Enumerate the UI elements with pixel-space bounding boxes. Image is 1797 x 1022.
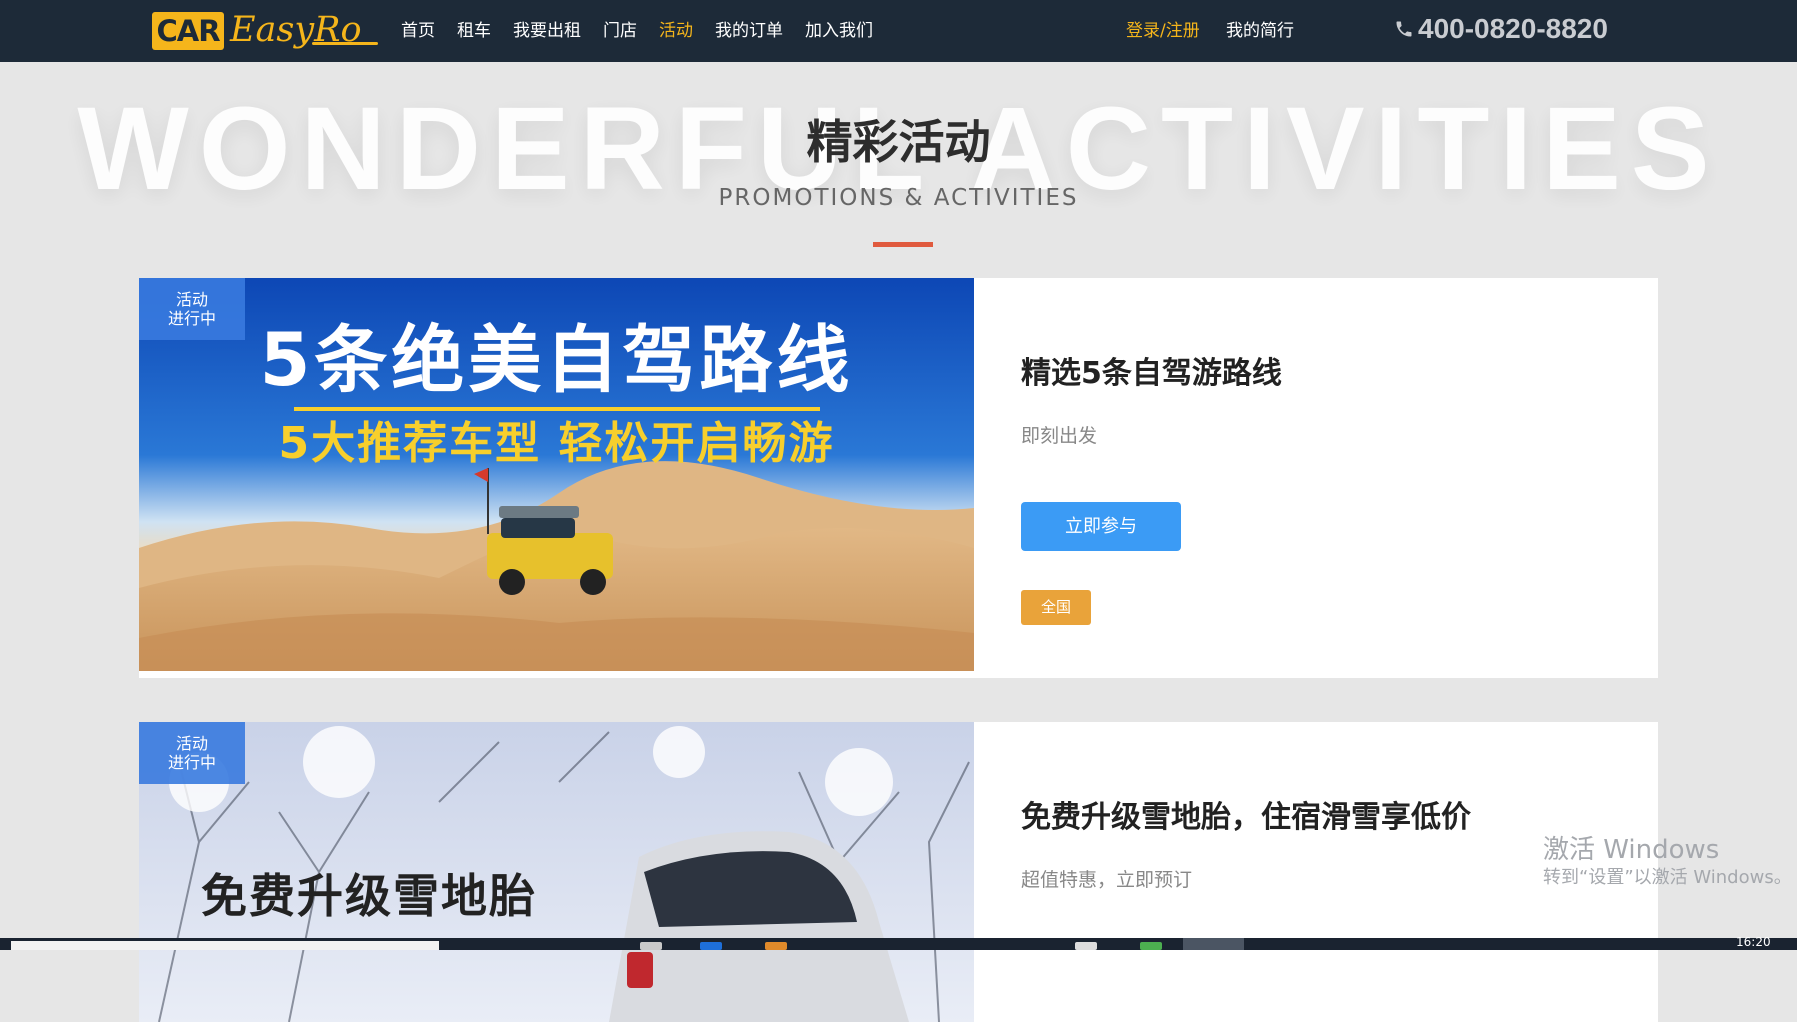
nav-item-stores[interactable]: 门店 [603,19,637,43]
watermark-line2: 转到“设置”以激活 Windows。 [1543,867,1792,888]
status-badge: 活动 进行中 [139,722,245,784]
region-tag: 全国 [1021,590,1091,625]
activity-subtitle: 即刻出发 [1021,425,1098,447]
status-badge-line1: 活动 [175,734,208,753]
taskbar-clock: 16:20 [1736,935,1771,949]
login-register-link[interactable]: 登录/注册 [1126,19,1200,43]
section-heading: WONDERFUL ACTIVITIES 精彩活动 PROMOTIONS & A… [0,62,1797,262]
activity-banner-snow[interactable]: 活动 进行中 免费升级雪地胎 [139,722,974,1022]
taskbar-active-app[interactable] [1183,938,1244,950]
title-divider [873,242,933,247]
banner-subline: 5大推荐车型 轻松开启畅游 [278,418,835,469]
status-badge-line1: 活动 [175,290,208,309]
activity-card: 活动 进行中 免费升级雪地胎 免费升级雪地胎，住宿滑雪享低价 超值特惠，立即预订 [139,722,1658,1022]
taskbar-app-icon[interactable] [765,942,787,950]
banner-headline: 免费升级雪地胎 [201,869,537,923]
banner-headline: 5条绝美自驾路线 [259,318,854,403]
taskbar-app-icon[interactable] [700,942,722,950]
activity-card: 活动 进行中 5条绝美自驾路线 5大推荐车型 轻松开启畅游 精选5条自驾游路线 … [139,278,1658,678]
logo-underline [312,42,378,45]
taskbar-app-icon[interactable] [1140,942,1162,950]
taskbar-app-icon[interactable] [1075,942,1097,950]
main-nav: 首页 租车 我要出租 门店 活动 我的订单 加入我们 [401,19,895,43]
taskbar-search-box[interactable] [11,941,439,950]
os-taskbar: 16:20 [0,935,1797,950]
windows-activation-watermark: 激活 Windows 转到“设置”以激活 Windows。 [1543,834,1792,890]
nav-item-home[interactable]: 首页 [401,19,435,43]
my-trip-link[interactable]: 我的简行 [1226,19,1294,43]
nav-item-join-us[interactable]: 加入我们 [805,19,873,43]
taskbar-app-icon[interactable] [640,942,662,950]
status-badge: 活动 进行中 [139,278,245,340]
hotline-number: 400-0820-8820 [1418,13,1608,44]
nav-item-my-orders[interactable]: 我的订单 [715,19,783,43]
page-subtitle: PROMOTIONS & ACTIVITIES [718,185,1079,211]
join-now-button[interactable]: 立即参与 [1021,502,1181,551]
activity-title[interactable]: 精选5条自驾游路线 [1021,354,1282,394]
watermark-line1: 激活 Windows [1543,835,1720,865]
nav-item-rent[interactable]: 租车 [457,19,491,43]
activity-subtitle: 超值特惠，立即预订 [1021,869,1193,891]
banner-rule [294,407,820,411]
status-badge-line2: 进行中 [167,753,216,772]
activity-banner-desert[interactable]: 活动 进行中 5条绝美自驾路线 5大推荐车型 轻松开启畅游 [139,278,974,671]
top-navigation-bar: CAR EasyRo 首页 租车 我要出租 门店 活动 我的订单 加入我们 登录… [0,0,1797,62]
status-badge-line2: 进行中 [167,309,216,328]
activity-title[interactable]: 免费升级雪地胎，住宿滑雪享低价 [1021,798,1471,838]
logo-mark: CAR [152,12,224,50]
page-title: 精彩活动 [806,115,991,169]
nav-item-lease-out[interactable]: 我要出租 [513,19,581,43]
nav-item-activities[interactable]: 活动 [659,19,693,43]
logo[interactable]: CAR EasyRo [152,9,378,53]
phone-icon [1396,21,1412,37]
hotline: 400-0820-8820 [1394,12,1608,46]
